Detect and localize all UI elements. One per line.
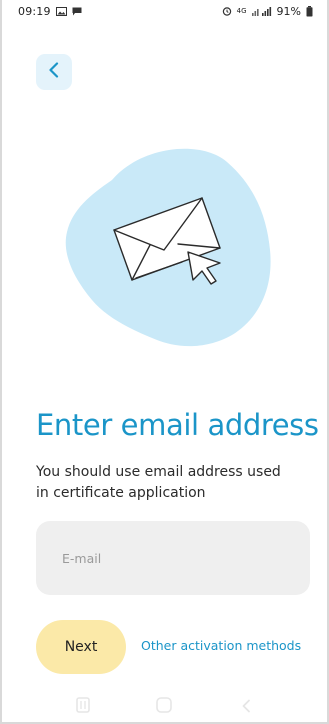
status-right: 4G 91% bbox=[222, 5, 313, 18]
app-screen: 09:19 4G 91% Enter email address You sho… bbox=[0, 0, 329, 724]
page-title: Enter email address bbox=[36, 408, 319, 442]
back-icon bbox=[241, 698, 251, 717]
status-bar: 09:19 4G 91% bbox=[2, 0, 327, 22]
email-field[interactable] bbox=[36, 521, 310, 595]
home-icon bbox=[155, 696, 173, 718]
recents-button[interactable] bbox=[68, 695, 98, 719]
envelope-illustration bbox=[52, 140, 282, 355]
status-left: 09:19 bbox=[18, 5, 82, 18]
status-time: 09:19 bbox=[18, 4, 51, 18]
battery-percent: 91% bbox=[276, 4, 301, 18]
alarm-icon bbox=[222, 6, 232, 16]
system-nav-bar bbox=[2, 692, 327, 722]
battery-icon bbox=[306, 5, 313, 17]
network-indicator: 4G bbox=[236, 7, 247, 15]
nav-back-button[interactable] bbox=[231, 695, 261, 719]
other-activation-methods-link[interactable]: Other activation methods bbox=[141, 638, 301, 653]
image-icon bbox=[55, 6, 67, 16]
email-field-container bbox=[36, 521, 310, 595]
chevron-left-icon bbox=[48, 62, 60, 82]
message-icon bbox=[72, 7, 82, 16]
signal-icon bbox=[251, 6, 272, 16]
page-subtitle: You should use email address used in cer… bbox=[36, 464, 281, 501]
next-button[interactable]: Next bbox=[36, 620, 126, 674]
back-button[interactable] bbox=[36, 54, 72, 90]
home-button[interactable] bbox=[149, 695, 179, 719]
recents-icon bbox=[76, 697, 90, 717]
